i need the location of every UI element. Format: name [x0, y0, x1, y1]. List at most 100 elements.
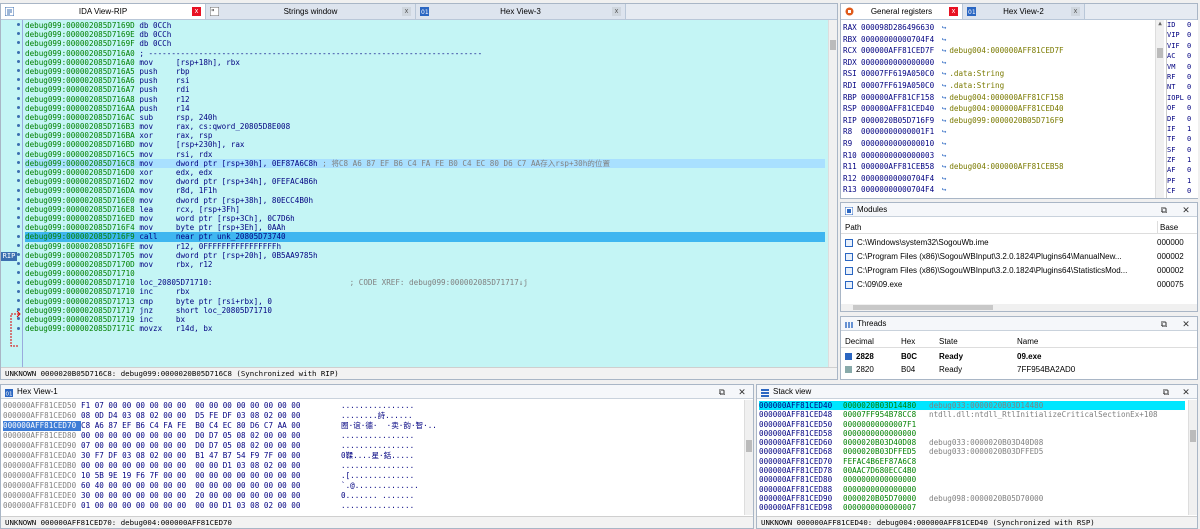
- register-value[interactable]: 0000020B05D716F9: [861, 116, 934, 125]
- register-arrow-icon[interactable]: ↪: [934, 81, 949, 90]
- flag-row[interactable]: ID 0: [1167, 20, 1198, 30]
- flag-row[interactable]: OF 0: [1167, 103, 1198, 113]
- register-arrow-icon[interactable]: ↪: [934, 127, 949, 136]
- close-icon[interactable]: ✕: [1181, 387, 1191, 397]
- flag-value[interactable]: 0: [1187, 187, 1191, 195]
- register-arrow-icon[interactable]: ↪: [934, 104, 949, 113]
- ida-scrollbar[interactable]: [828, 20, 837, 368]
- register-value[interactable]: 000000AFF81CF158: [861, 93, 934, 102]
- hex-row[interactable]: 000000AFF81CED80 00 00 00 00 00 00 00 00 …: [3, 431, 741, 441]
- disasm-line[interactable]: debug099:000002085D716D2 mov dword ptr […: [25, 177, 825, 186]
- register-value[interactable]: 000098D286496630: [861, 23, 934, 32]
- register-arrow-icon[interactable]: ↪: [934, 58, 949, 67]
- register-row[interactable]: RIP 0000020B05D716F9 ↪ debug099:0000020B05…: [843, 115, 1155, 127]
- disasm-line[interactable]: debug099:000002085D716A0 mov [rsp+18h], …: [25, 58, 825, 67]
- gutter-dot[interactable]: [17, 124, 20, 128]
- tab-general-registers[interactable]: General registers x: [841, 4, 963, 19]
- stack-value[interactable]: 0000000000000000: [843, 475, 929, 484]
- disasm-line[interactable]: debug099:000002085D71713 cmp byte ptr [r…: [25, 297, 825, 306]
- stack-value[interactable]: 0000020B03DFFED5: [843, 447, 929, 456]
- stack-row[interactable]: 000000AFF81CED70 FEFAC4B6EF87A6C8: [759, 457, 1185, 466]
- gutter-dot[interactable]: [17, 32, 20, 36]
- flag-row[interactable]: PF 1: [1167, 176, 1198, 186]
- stack-value[interactable]: 00000000000007F1: [843, 420, 929, 429]
- disasm-line[interactable]: debug099:000002085D716D0 xor edx, edx: [25, 168, 825, 177]
- tab-strings-window[interactable]: " Strings window x: [206, 4, 416, 19]
- flag-value[interactable]: 0: [1187, 31, 1191, 39]
- module-row[interactable]: C:\Program Files (x86)\SogouWBInput\3.2.…: [841, 264, 1197, 278]
- register-row[interactable]: RDX 0000000000000000 ↪: [843, 57, 1155, 69]
- hex-bytes[interactable]: 07 00 00 00 00 00 00 00 D0 D7 05 08 02 0…: [81, 441, 341, 451]
- gutter-dot[interactable]: [17, 289, 20, 293]
- flag-value[interactable]: 0: [1187, 73, 1191, 81]
- stack-row[interactable]: 000000AFF81CED68 0000020B03DFFED5 debug033…: [759, 447, 1185, 456]
- stack-row[interactable]: 000000AFF81CED48 00007FF954B78CC8 ntdll.dl…: [759, 410, 1185, 419]
- gutter-dot[interactable]: [17, 188, 20, 192]
- hex-row[interactable]: 000000AFF81CED90 07 00 00 00 00 00 00 00 …: [3, 441, 741, 451]
- module-row[interactable]: C:\Program Files (x86)\SogouWBInput\3.2.…: [841, 250, 1197, 264]
- flag-value[interactable]: 1: [1187, 125, 1191, 133]
- flag-row[interactable]: AF 0: [1167, 165, 1198, 175]
- disasm-line[interactable]: debug099:000002085D71705 mov dword ptr […: [25, 251, 825, 260]
- stack-value[interactable]: 00007FF954B78CC8: [843, 410, 929, 419]
- hex-bytes[interactable]: 00 00 00 00 00 00 00 00 D0 D7 05 08 02 0…: [81, 431, 341, 441]
- register-list[interactable]: RAX 000098D286496630 ↪ RBX 00000000000704F4…: [843, 22, 1155, 197]
- gutter-dot[interactable]: [17, 234, 20, 238]
- close-icon[interactable]: x: [402, 7, 411, 16]
- gutter-dot[interactable]: [17, 151, 20, 155]
- stack-row[interactable]: 000000AFF81CED90 0000020B05D70000 debug098…: [759, 494, 1185, 503]
- flags-list[interactable]: ID 0 VIP 0 VIF 0 AC 0 VM 0 RF 0 NT 0 IOPL 0 OF 0 DF 0 IF 1 TF 0…: [1166, 20, 1198, 198]
- gutter-dot[interactable]: [17, 179, 20, 183]
- flag-row[interactable]: VM 0: [1167, 62, 1198, 72]
- register-row[interactable]: RAX 000098D286496630 ↪: [843, 22, 1155, 34]
- hex-bytes[interactable]: 08 0D D4 03 08 02 00 00 D5 FE DF 03 08 0…: [81, 411, 341, 421]
- disasm-line[interactable]: debug099:000002085D716F9 call near ptr u…: [25, 232, 825, 242]
- stack-row[interactable]: 000000AFF81CED40 0000020B03D14480 debug033…: [759, 401, 1185, 411]
- disasm-line[interactable]: debug099:000002085D716A0 ; -------------…: [25, 49, 825, 58]
- register-scrollbar[interactable]: ▲: [1155, 20, 1164, 198]
- hex-row[interactable]: 000000AFF81CEDB0 00 00 00 00 00 00 00 00 …: [3, 461, 741, 471]
- disasm-line[interactable]: debug099:000002085D716BD mov [rsp+230h],…: [25, 140, 825, 149]
- flag-row[interactable]: SF 0: [1167, 145, 1198, 155]
- modules-hscroll[interactable]: [841, 304, 1197, 311]
- gutter-dot[interactable]: [17, 50, 20, 54]
- register-value[interactable]: 0000000000000003: [861, 151, 934, 160]
- gutter-dot[interactable]: [17, 299, 20, 302]
- hex-bytes[interactable]: 30 00 00 00 00 00 00 00 20 00 00 00 00 0…: [81, 491, 341, 501]
- flag-value[interactable]: 0: [1187, 63, 1191, 71]
- flag-value[interactable]: 0: [1187, 83, 1191, 91]
- close-icon[interactable]: ✕: [1181, 319, 1191, 329]
- stack-value[interactable]: FEFAC4B6EF87A6C8: [843, 457, 929, 466]
- flag-value[interactable]: 1: [1187, 177, 1191, 185]
- register-arrow-icon[interactable]: ↪: [934, 93, 949, 102]
- register-row[interactable]: RSP 000000AFF81CED40 ↪ debug004:000000AFF8…: [843, 103, 1155, 115]
- register-arrow-icon[interactable]: ↪: [934, 139, 949, 148]
- disasm-line[interactable]: debug099:000002085D716ED mov word ptr [r…: [25, 214, 825, 223]
- gutter-dot[interactable]: [17, 262, 20, 266]
- close-icon[interactable]: x: [1071, 7, 1080, 16]
- disasm-line[interactable]: debug099:000002085D71719 inc bx: [25, 315, 825, 324]
- disasm-line[interactable]: debug099:000002085D716E0 mov dword ptr […: [25, 196, 825, 205]
- register-value[interactable]: 00000000000704F4: [861, 185, 934, 194]
- register-value[interactable]: 00000000000001F1: [861, 127, 934, 136]
- col-decimal[interactable]: Decimal: [845, 335, 874, 347]
- gutter-dot[interactable]: [17, 197, 20, 201]
- stack-value[interactable]: 0000020B03D14480: [843, 401, 929, 410]
- register-value[interactable]: 0000000000000000: [861, 58, 934, 67]
- restore-icon[interactable]: ⧉: [1159, 205, 1169, 215]
- register-row[interactable]: R10 0000000000000003 ↪: [843, 150, 1155, 162]
- hex-row[interactable]: 000000AFF81CED60 08 0D D4 03 08 02 00 00 …: [3, 411, 741, 421]
- flag-row[interactable]: TF 0: [1167, 134, 1198, 144]
- stack-row[interactable]: 000000AFF81CED98 0000000000000007: [759, 503, 1185, 512]
- flag-row[interactable]: VIF 0: [1167, 41, 1198, 51]
- disasm-line[interactable]: debug099:000002085D716BA xor rax, rsp: [25, 131, 825, 140]
- register-row[interactable]: R11 000000AFF81CEB58 ↪ debug004:000000AFF8…: [843, 161, 1155, 173]
- gutter-dot[interactable]: [17, 23, 20, 26]
- disasm-line[interactable]: debug099:000002085D71710 inc rbx: [25, 287, 825, 296]
- hex-bytes[interactable]: 30 F7 DF 03 08 02 00 00 B1 47 B7 54 F9 7…: [81, 451, 341, 461]
- stack-value[interactable]: 0000000000000007: [843, 503, 929, 512]
- flag-value[interactable]: 0: [1187, 146, 1191, 154]
- disasm-line[interactable]: debug099:000002085D716C8 mov dword ptr […: [25, 158, 825, 168]
- disasm-line[interactable]: debug099:000002085D7171C movzx r14d, bx: [25, 324, 825, 333]
- hex-dump[interactable]: 000000AFF81CED50 F1 07 00 00 00 00 00 00 …: [3, 401, 741, 513]
